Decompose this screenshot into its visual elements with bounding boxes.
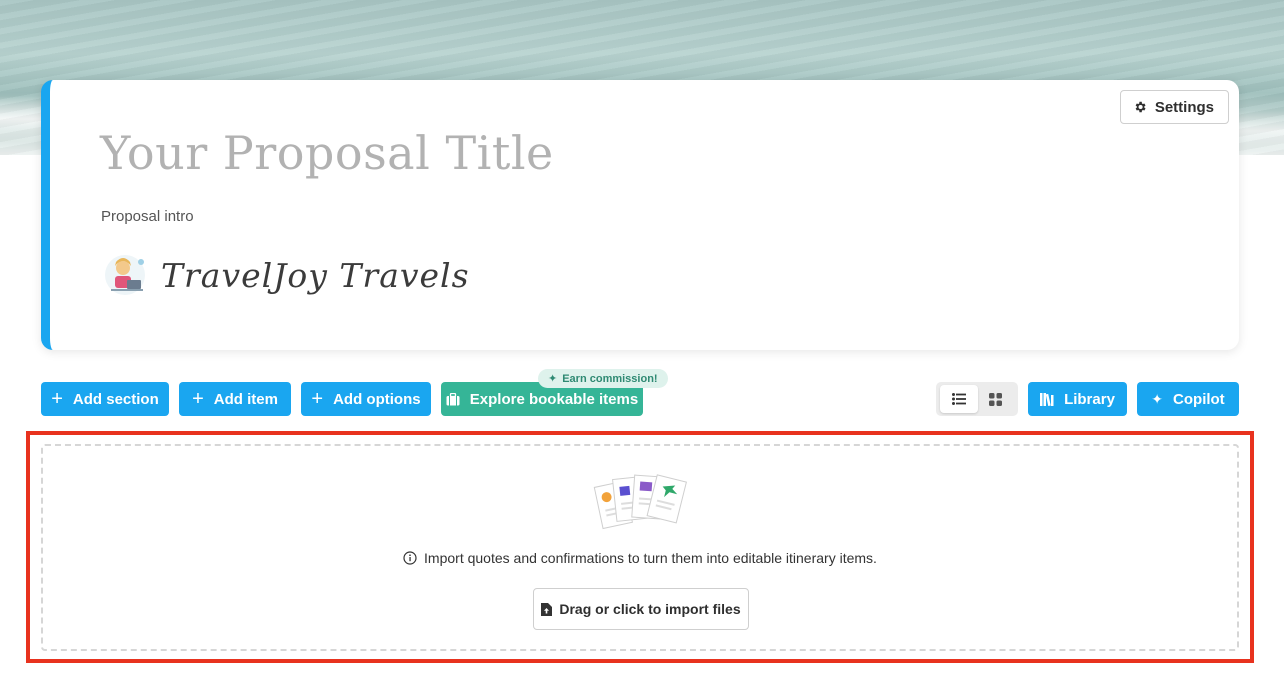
earn-commission-badge: ✦ Earn commission! bbox=[538, 369, 668, 388]
list-view-button[interactable] bbox=[940, 385, 978, 413]
sparkle-icon: ✦ bbox=[548, 373, 558, 385]
info-icon bbox=[403, 551, 417, 565]
view-mode-toggle bbox=[936, 382, 1018, 416]
proposal-header-card: Settings Your Proposal Title Proposal in… bbox=[41, 80, 1239, 350]
add-item-button[interactable]: + Add item bbox=[179, 382, 291, 416]
add-item-label: Add item bbox=[213, 390, 278, 408]
import-info: Import quotes and confirmations to turn … bbox=[43, 550, 1237, 566]
grid-view-button[interactable] bbox=[976, 385, 1014, 413]
import-dropzone[interactable]: Import quotes and confirmations to turn … bbox=[41, 444, 1239, 651]
brand: TravelJoy Travels bbox=[101, 252, 470, 298]
library-button[interactable]: Library bbox=[1028, 382, 1127, 416]
plus-icon: + bbox=[192, 388, 204, 410]
proposal-toolbar: + Add section + Add item + Add options E… bbox=[41, 369, 1239, 416]
brand-name: TravelJoy Travels bbox=[161, 255, 470, 295]
add-options-label: Add options bbox=[333, 390, 421, 408]
import-info-text: Import quotes and confirmations to turn … bbox=[424, 550, 877, 566]
copilot-button[interactable]: ✦ Copilot bbox=[1137, 382, 1239, 416]
list-icon bbox=[952, 393, 966, 405]
documents-illustration-icon bbox=[593, 474, 687, 530]
settings-button[interactable]: Settings bbox=[1119, 90, 1229, 124]
proposal-intro-input[interactable]: Proposal intro bbox=[101, 208, 194, 225]
add-section-button[interactable]: + Add section bbox=[41, 382, 169, 416]
explore-bookable-label: Explore bookable items bbox=[469, 390, 639, 408]
briefcase-icon bbox=[446, 392, 460, 405]
add-options-button[interactable]: + Add options bbox=[301, 382, 431, 416]
library-label: Library bbox=[1064, 390, 1115, 408]
earn-commission-label: Earn commission! bbox=[562, 372, 658, 385]
gear-icon bbox=[1135, 101, 1146, 113]
library-icon bbox=[1040, 392, 1054, 406]
import-files-button[interactable]: Drag or click to import files bbox=[533, 588, 749, 630]
add-section-label: Add section bbox=[72, 390, 159, 408]
sparkle-icon: ✦ bbox=[1151, 390, 1164, 407]
proposal-title-input[interactable]: Your Proposal Title bbox=[100, 126, 554, 180]
import-files-label: Drag or click to import files bbox=[559, 601, 741, 617]
brand-logo-icon bbox=[105, 255, 145, 295]
plus-icon: + bbox=[51, 388, 63, 410]
grid-icon bbox=[988, 392, 1002, 406]
plus-icon: + bbox=[311, 388, 324, 410]
file-upload-icon bbox=[541, 602, 553, 616]
copilot-label: Copilot bbox=[1173, 390, 1225, 408]
settings-label: Settings bbox=[1154, 98, 1214, 116]
